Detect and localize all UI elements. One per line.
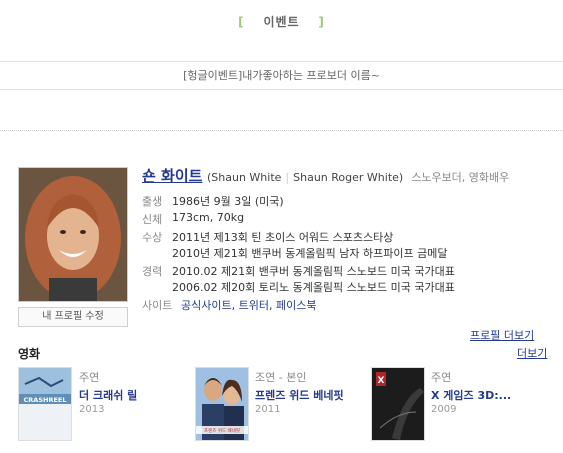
- label-career: 경력: [142, 265, 163, 278]
- comma: ,: [268, 299, 276, 312]
- more-movies-link[interactable]: 더보기: [517, 345, 547, 361]
- movie-1-title-link[interactable]: 더 크래쉬 릴: [79, 387, 137, 403]
- separator: |: [285, 171, 290, 184]
- person-photo-icon: [19, 168, 127, 301]
- profile-job: 스노우보더, 영화배우: [411, 171, 510, 184]
- profile-aliases: (Shaun White | Shaun Roger White) 스노우보더, 영화…: [207, 169, 509, 185]
- label-site: 사이트: [142, 299, 173, 312]
- movie-1-role: 주연: [79, 371, 100, 384]
- movie-poster-3[interactable]: X: [371, 367, 425, 441]
- label-birth: 출생: [142, 195, 163, 208]
- alias-full: Shaun Roger White): [293, 171, 404, 184]
- label-body: 신체: [142, 213, 163, 226]
- movie-poster-2[interactable]: 프렌즈 위드 베네핏: [195, 367, 249, 441]
- site-links: 공식사이트, 트위터, 페이스북: [181, 297, 316, 313]
- poster-title-text: 프렌즈 위드 베네핏: [204, 427, 240, 434]
- divider: [0, 89, 563, 90]
- twitter-link[interactable]: 트위터: [239, 299, 269, 312]
- poster-title-text: CRASHREEL: [24, 396, 67, 404]
- movie-poster-1[interactable]: CRASHREEL: [18, 367, 72, 441]
- facebook-link[interactable]: 페이스북: [276, 299, 316, 312]
- value-body: 173cm, 70kg: [172, 211, 245, 224]
- bracket-left: [: [238, 15, 245, 29]
- poster-title-text: X: [378, 376, 385, 386]
- official-site-link[interactable]: 공식사이트: [181, 299, 232, 312]
- divider: [0, 61, 563, 62]
- movie-3-year: 2009: [431, 404, 457, 415]
- profile-photo: [18, 167, 128, 302]
- alias-english: (Shaun White: [207, 171, 282, 184]
- dotted-divider: [0, 130, 563, 131]
- value-birth: 1986년 9월 3일 (미국): [172, 195, 284, 208]
- poster-image-icon: X: [372, 368, 424, 440]
- value-award-1: 2011년 제13회 틴 초이스 어워드 스포츠스타상: [172, 231, 394, 244]
- value-award-2: 2010년 제21회 밴쿠버 동계올림픽 남자 하프파이프 금메달: [172, 247, 448, 260]
- comma: ,: [231, 299, 239, 312]
- label-award: 수상: [142, 231, 163, 244]
- movie-3-role: 주연: [431, 371, 452, 384]
- event-header: [ 이벤트 ]: [0, 13, 563, 30]
- movie-2-title-link[interactable]: 프렌즈 위드 베네핏: [255, 387, 344, 403]
- page-title: 이벤트: [263, 15, 300, 29]
- movie-1-year: 2013: [79, 404, 105, 415]
- value-career-1: 2010.02 제21회 밴쿠버 동계올림픽 스노보드 미국 국가대표: [172, 265, 455, 278]
- movie-3-title-link[interactable]: X 게임즈 3D:...: [431, 387, 511, 403]
- edit-profile-button[interactable]: 내 프로필 수정: [18, 307, 128, 327]
- movie-2-role: 조연 - 본인: [255, 371, 307, 384]
- value-career-2: 2006.02 제20회 토리노 동계올림픽 스노보드 미국 국가대표: [172, 281, 455, 294]
- bracket-right: ]: [318, 15, 325, 29]
- profile-name-link[interactable]: 숀 화이트: [142, 165, 202, 186]
- poster-image-icon: 프렌즈 위드 베네핏: [196, 368, 248, 440]
- movie-2-year: 2011: [255, 404, 281, 415]
- poster-image-icon: CRASHREEL: [19, 368, 71, 440]
- event-name: [헝글이벤트]내가좋아하는 프로보더 이름~: [183, 69, 380, 82]
- more-profile-link[interactable]: 프로필 더보기: [470, 327, 534, 343]
- movies-section-title: 영화: [18, 347, 41, 361]
